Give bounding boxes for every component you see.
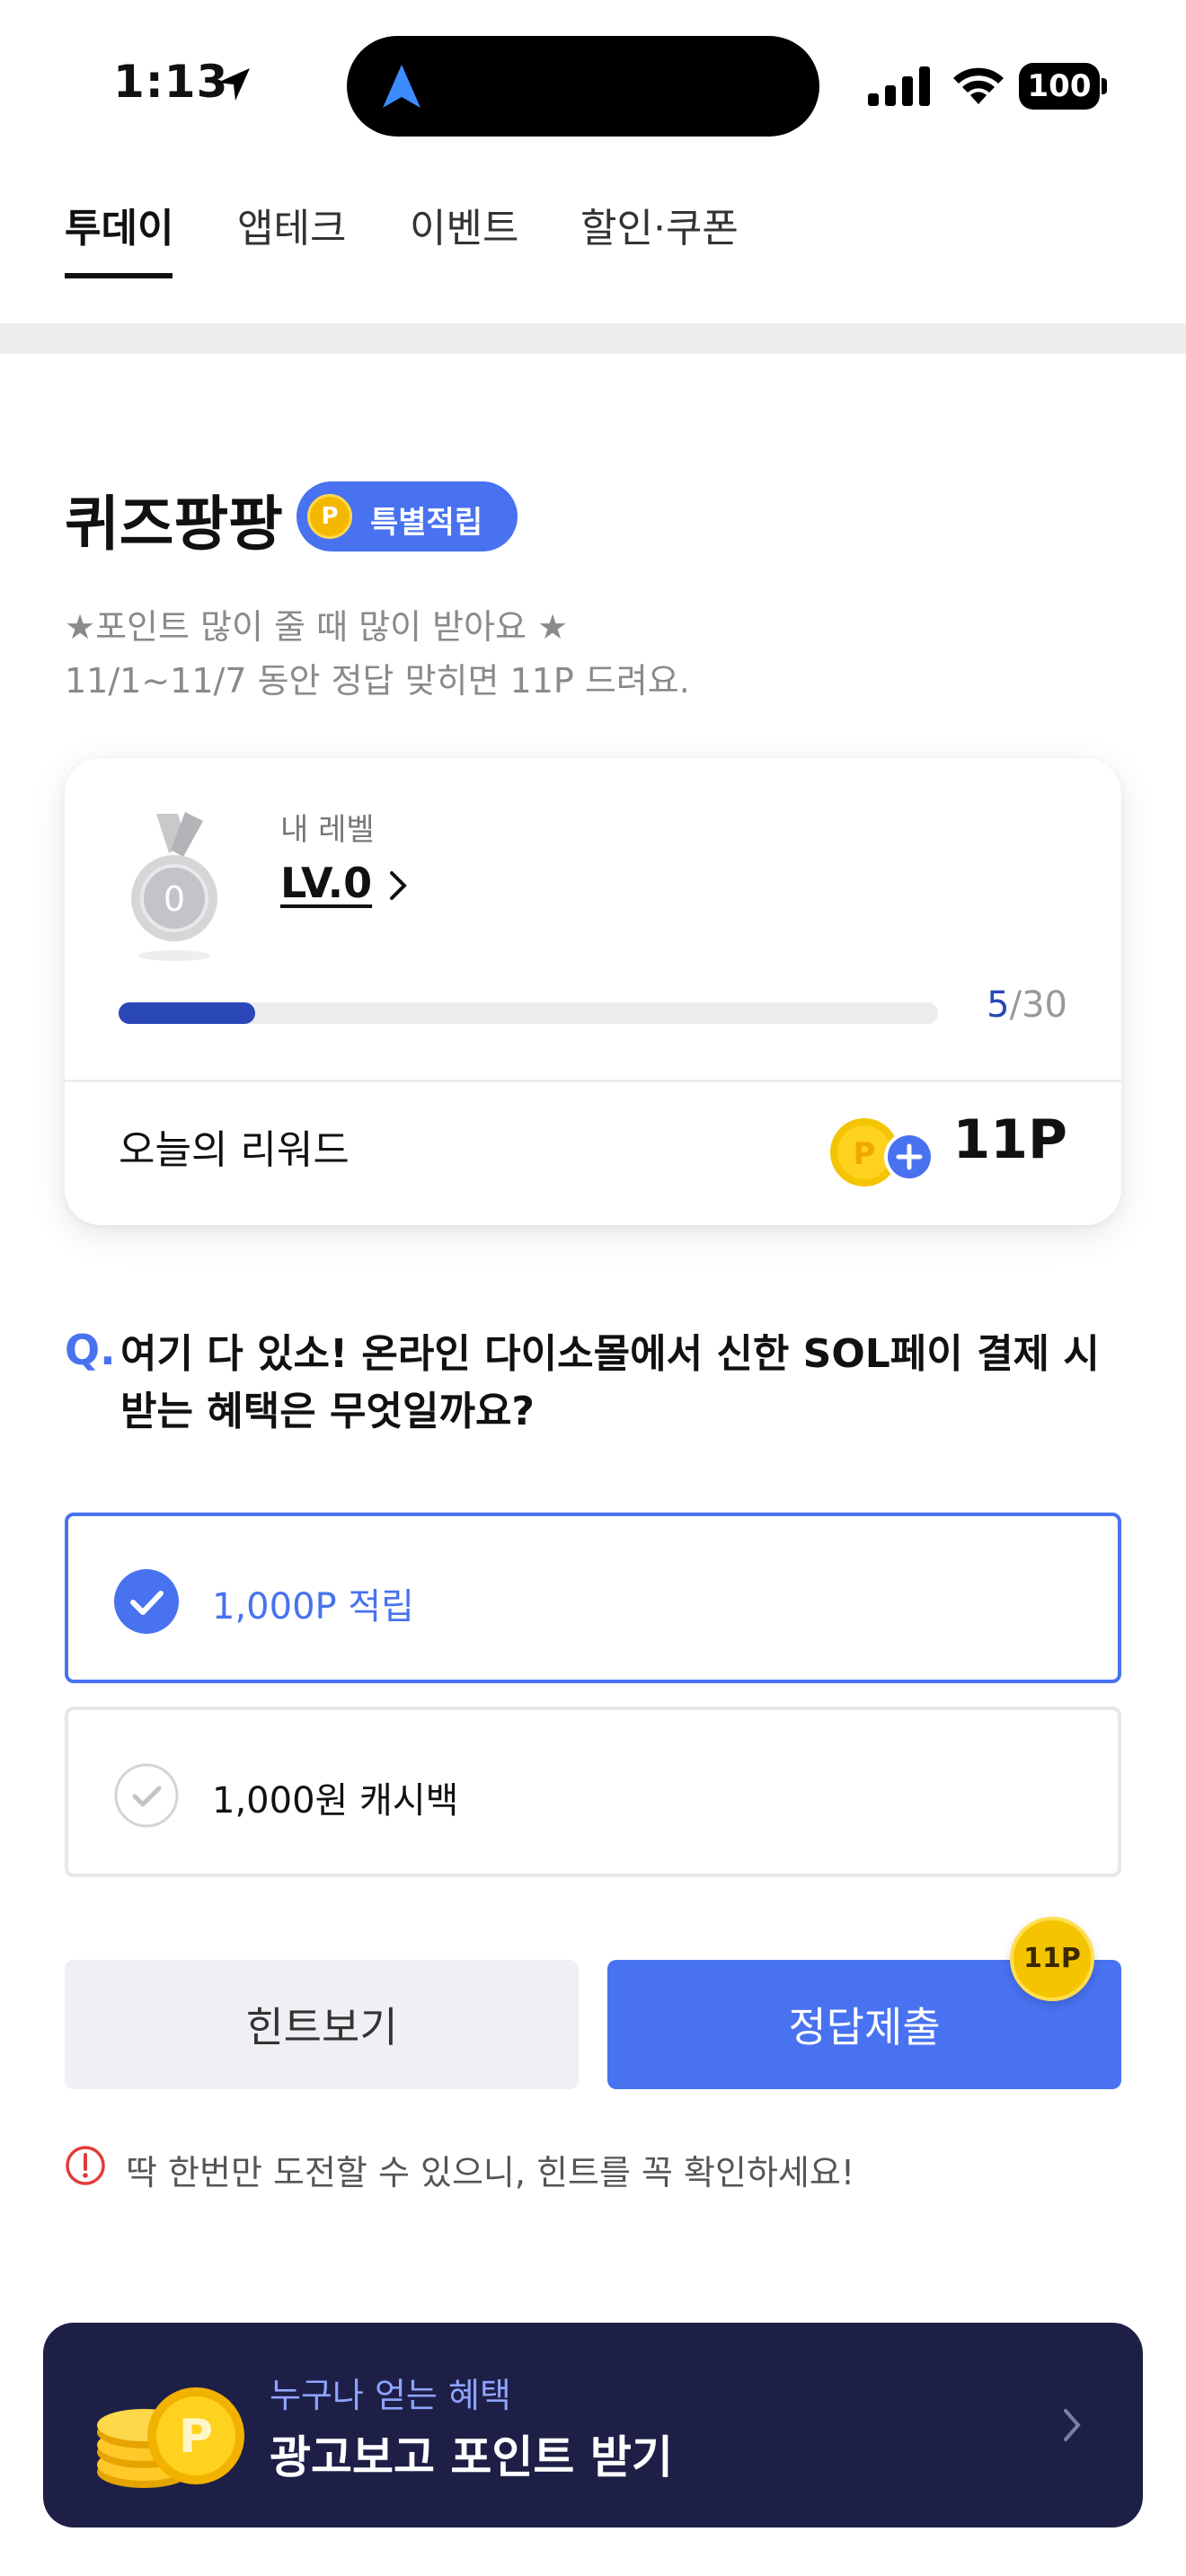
hint-button[interactable]: 힌트보기 [65, 1960, 579, 2089]
point-coin-icon: P [307, 494, 352, 539]
progress-current: 5 [987, 984, 1010, 1026]
quiz-title: 퀴즈팡팡 [65, 490, 283, 559]
tab-today[interactable]: 투데이 [65, 196, 173, 253]
check-circle-outline-icon [114, 1763, 179, 1828]
signal-icon [868, 66, 930, 106]
submit-reward-badge: 11P [1010, 1917, 1094, 2001]
battery-level: 100 [1019, 63, 1100, 110]
special-reward-badge: P 특별적립 [296, 481, 518, 551]
reward-coin-letter: P [854, 1136, 876, 1172]
warning-text: 딱 한번만 도전할 수 있으니, 힌트를 꼭 확인하세요! [126, 2153, 855, 2192]
dynamic-island [347, 36, 819, 137]
ad-coin-letter: P [179, 2410, 213, 2464]
warning-icon [66, 2146, 105, 2185]
wifi-icon [953, 67, 1004, 104]
status-time: 1:13 [113, 56, 229, 108]
answer-option-1[interactable]: 1,000P 적립 [65, 1513, 1121, 1683]
battery-tip [1102, 78, 1107, 94]
progress-total: /30 [1009, 984, 1067, 1026]
answer-option-label: 1,000원 캐시백 [212, 1780, 459, 1822]
reward-value: 11P [952, 1108, 1067, 1171]
check-circle-filled-icon [114, 1569, 179, 1634]
section-divider [0, 323, 1186, 354]
level-progress-text: 5/30 [987, 984, 1067, 1026]
level-progress-bar [119, 1002, 938, 1024]
answer-option-2[interactable]: 1,000원 캐시백 [65, 1707, 1121, 1877]
location-arrow-icon [217, 68, 250, 101]
badge-label: 특별적립 [370, 505, 483, 541]
chevron-right-icon[interactable] [385, 868, 412, 904]
answer-option-label: 1,000P 적립 [212, 1586, 414, 1628]
status-bar: 1:13 100 [0, 0, 1186, 171]
medal-number: 0 [164, 879, 185, 919]
level-value-link[interactable]: LV.0 [280, 859, 372, 907]
chevron-right-icon [1064, 2409, 1081, 2441]
card-divider [65, 1080, 1121, 1082]
active-tab-indicator [65, 273, 173, 278]
tab-event[interactable]: 이벤트 [410, 196, 518, 253]
question-mark-label: Q. [65, 1326, 116, 1374]
desc-line-2: 11/1~11/7 동안 정답 맞히면 11P 드려요. [65, 661, 690, 701]
level-card: 0 내 레벨 LV.0 5/30 오늘의 리워드 P 11P [65, 758, 1121, 1225]
reward-coin-plus-icon: P [830, 1118, 934, 1187]
reward-label: 오늘의 리워드 [119, 1127, 350, 1173]
battery-icon: 100 [1019, 63, 1107, 110]
top-tabs: 투데이 앱테크 이벤트 할인·쿠폰 [0, 171, 1186, 323]
question-text: 여기 다 있소! 온라인 다이소몰에서 신한 SOL페이 결제 시 받는 혜택은… [120, 1331, 1100, 1434]
medal-icon: 0 [131, 812, 217, 961]
coin-stack-icon: P [97, 2387, 244, 2488]
ad-subtitle: 누구나 얻는 혜택 [270, 2376, 511, 2415]
navigation-icon [383, 65, 420, 108]
ad-title: 광고보고 포인트 받기 [270, 2431, 673, 2483]
tab-discount-coupon[interactable]: 할인·쿠폰 [580, 196, 739, 253]
tab-apptech[interactable]: 앱테크 [237, 196, 346, 253]
level-progress-fill [119, 1002, 256, 1024]
level-label: 내 레벨 [280, 812, 375, 848]
ad-reward-banner[interactable]: P 누구나 얻는 혜택 광고보고 포인트 받기 [43, 2323, 1143, 2527]
quiz-description: ★포인트 많이 줄 때 많이 받아요 ★ 11/1~11/7 동안 정답 맞히면… [65, 600, 690, 708]
desc-line-1: ★포인트 많이 줄 때 많이 받아요 ★ [65, 607, 569, 647]
